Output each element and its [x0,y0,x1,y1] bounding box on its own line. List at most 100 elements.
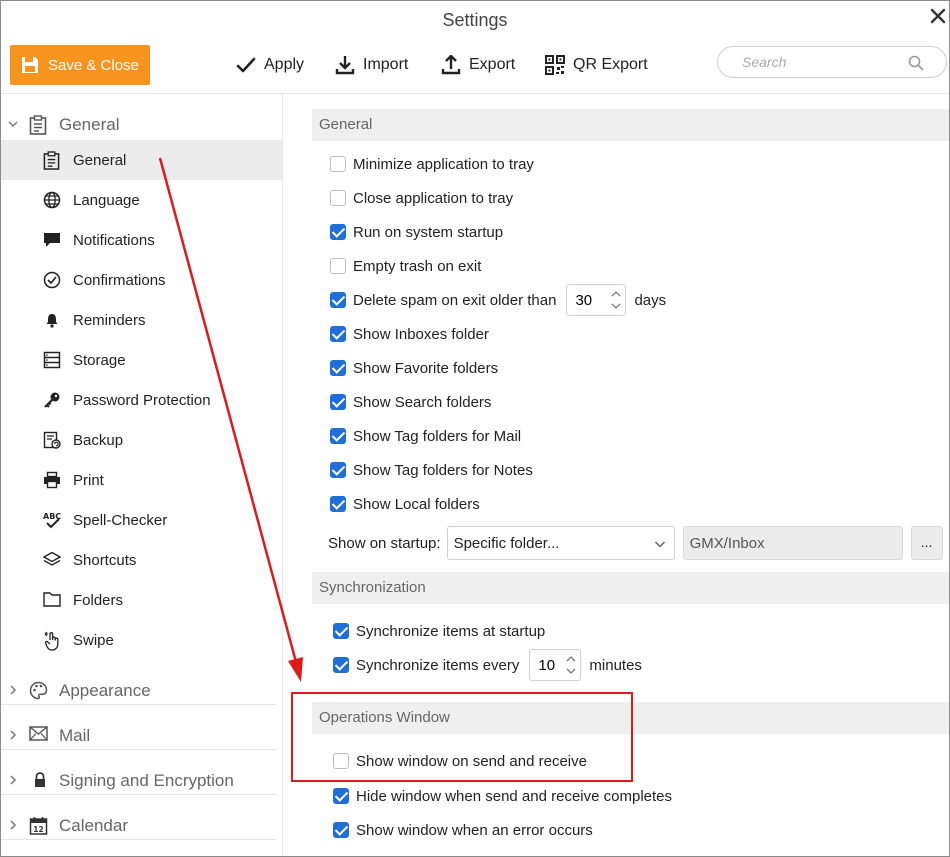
checkbox[interactable] [330,428,346,444]
checkbox[interactable] [330,292,346,308]
checkbox[interactable] [333,822,349,838]
option-show-window-send-receive[interactable]: Show window on send and receive [333,748,587,774]
sidebar-item-storage[interactable]: Storage [1,340,282,380]
globe-icon [43,191,61,209]
sidebar-divider [1,704,276,705]
option-label: Minimize application to tray [353,155,534,173]
sidebar-item-general[interactable]: General [1,140,282,180]
key-icon [44,392,60,408]
backup-icon [43,431,61,449]
search-icon[interactable] [908,55,924,71]
sidebar-group-label: General [59,115,120,134]
spinner-arrows-icon[interactable] [565,653,577,677]
spam-days-stepper[interactable] [566,284,627,316]
option-hide-window-completes[interactable]: Hide window when send and receive comple… [333,783,672,809]
search-input[interactable] [740,53,904,71]
chevron-down-icon[interactable] [7,118,19,130]
option-show-local[interactable]: Show Local folders [330,491,480,517]
option-show-favorites[interactable]: Show Favorite folders [330,355,498,381]
sidebar-item-label: Print [73,472,104,489]
option-show-tag-notes[interactable]: Show Tag folders for Notes [330,457,533,483]
option-show-search-folders[interactable]: Show Search folders [330,389,491,415]
checkbox[interactable] [330,360,346,376]
import-button[interactable]: Import [335,51,408,79]
sidebar-item-reminders[interactable]: Reminders [1,300,282,340]
option-sync-every[interactable]: Synchronize items every minutes [333,649,642,681]
swipe-hand-icon [44,631,59,651]
option-close-to-tray[interactable]: Close application to tray [330,185,513,211]
option-show-window-error[interactable]: Show window when an error occurs [333,817,593,843]
checkbox[interactable] [330,462,346,478]
sidebar-item-swipe[interactable]: Swipe [1,620,282,660]
spam-days-unit: days [634,291,667,309]
sidebar-divider [1,794,276,795]
checkbox[interactable] [330,258,346,274]
sidebar-item-print[interactable]: Print [1,460,282,500]
chevron-right-icon[interactable] [7,684,19,696]
startup-folder-value: GMX/Inbox [689,535,765,552]
sidebar-item-folders[interactable]: Folders [1,580,282,620]
sidebar-item-shortcuts[interactable]: Shortcuts [1,540,282,580]
sidebar-divider [1,839,276,840]
option-label: Show Local folders [353,495,480,513]
sidebar-item-notifications[interactable]: Notifications [1,220,282,260]
apply-button[interactable]: Apply [236,51,304,79]
spellcheck-icon: ABC [43,512,61,529]
sidebar-item-label: Spell-Checker [73,512,168,529]
checkbox[interactable] [333,788,349,804]
sidebar-item-label: Folders [73,592,124,609]
folder-icon [43,592,61,607]
option-label: Show window on send and receive [356,752,587,770]
save-close-button[interactable]: Save & Close [10,45,150,85]
spinner-arrows-icon[interactable] [610,288,622,312]
chevron-right-icon[interactable] [7,819,19,831]
option-show-inboxes[interactable]: Show Inboxes folder [330,321,489,347]
checkbox[interactable] [333,753,349,769]
clipboard-icon [29,115,47,135]
sidebar-item-confirmations[interactable]: Confirmations [1,260,282,300]
browse-folder-button[interactable]: ... [910,526,943,560]
export-label: Export [469,56,516,73]
option-label: Show Tag folders for Notes [353,461,533,479]
spam-days-input[interactable] [573,291,608,310]
option-show-tag-mail[interactable]: Show Tag folders for Mail [330,423,521,449]
checkbox[interactable] [330,394,346,410]
startup-folder-select[interactable]: Specific folder... [446,526,675,560]
sidebar-divider [1,749,276,750]
sidebar: General General Language Notifications C… [1,94,283,856]
close-icon[interactable] [929,7,947,25]
option-run-on-startup[interactable]: Run on system startup [330,219,503,245]
option-label: Close application to tray [353,189,514,207]
chevron-right-icon[interactable] [7,729,19,741]
export-button[interactable]: Export [441,51,515,79]
sidebar-item-label: Language [73,192,140,209]
sidebar-group-general[interactable]: General [1,105,276,143]
sidebar-item-password-protection[interactable]: Password Protection [1,380,282,420]
checkbox[interactable] [333,623,349,639]
checkbox[interactable] [330,496,346,512]
show-on-startup-row: Show on startup: Specific folder... GMX/… [328,525,943,561]
chevron-right-icon[interactable] [7,774,19,786]
sync-interval-stepper[interactable] [529,649,582,681]
checkbox[interactable] [330,326,346,342]
checkbox[interactable] [333,657,349,673]
option-delete-spam[interactable]: Delete spam on exit older than days [330,284,666,316]
option-empty-trash[interactable]: Empty trash on exit [330,253,481,279]
section-heading-general: General [312,109,949,141]
checkbox[interactable] [330,224,346,240]
option-sync-at-startup[interactable]: Synchronize items at startup [333,618,545,644]
option-label: Synchronize items every [356,656,520,674]
option-minimize-to-tray[interactable]: Minimize application to tray [330,151,534,177]
section-heading-operations-window: Operations Window [312,702,949,734]
qr-export-button[interactable]: QR Export [545,51,648,79]
sidebar-item-spell-checker[interactable]: ABC Spell-Checker [1,500,282,540]
sidebar-item-backup[interactable]: Backup [1,420,282,460]
sidebar-item-language[interactable]: Language [1,180,282,220]
sidebar-item-label: Shortcuts [73,552,137,569]
qr-code-icon [545,55,565,75]
checkbox[interactable] [330,156,346,172]
option-label: Show Search folders [353,393,492,411]
checkbox[interactable] [330,190,346,206]
printer-icon [44,471,60,489]
option-label: Show window when an error occurs [356,821,593,839]
